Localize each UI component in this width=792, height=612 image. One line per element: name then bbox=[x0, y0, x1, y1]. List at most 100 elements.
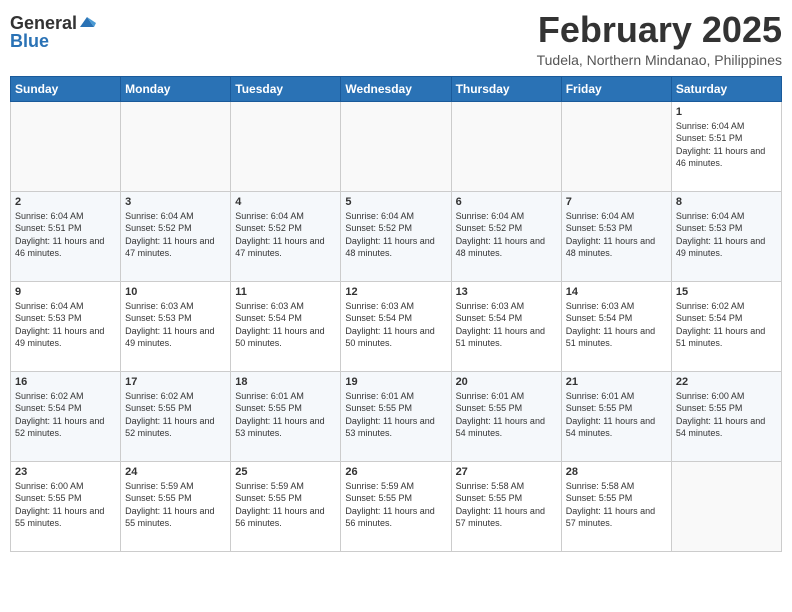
day-number: 20 bbox=[456, 376, 557, 388]
day-number: 21 bbox=[566, 376, 667, 388]
calendar-week-row: 2 Sunrise: 6:04 AM Sunset: 5:51 PM Daylig… bbox=[11, 191, 782, 281]
calendar-day-cell: 3Sunrise: 6:04 AM Sunset: 5:52 PM Daylig… bbox=[121, 191, 231, 281]
day-number: 18 bbox=[235, 376, 336, 388]
page-header: General Blue February 2025 Tudela, North… bbox=[10, 10, 782, 68]
calendar-day-cell: 21 Sunrise: 6:01 AM Sunset: 5:55 PM Dayli… bbox=[561, 371, 671, 461]
calendar-day-cell: 1Sunrise: 6:04 AM Sunset: 5:51 PM Daylig… bbox=[671, 101, 781, 191]
weekday-header-monday: Monday bbox=[121, 76, 231, 101]
day-number: 19 bbox=[345, 376, 446, 388]
calendar-day-cell bbox=[341, 101, 451, 191]
day-number: 28 bbox=[566, 466, 667, 478]
day-info: Sunrise: 6:00 AM Sunset: 5:55 PM Dayligh… bbox=[676, 390, 777, 440]
calendar-day-cell: 4 Sunrise: 6:04 AM Sunset: 5:52 PM Daylig… bbox=[231, 191, 341, 281]
day-number: 25 bbox=[235, 466, 336, 478]
weekday-header-row: SundayMondayTuesdayWednesdayThursdayFrid… bbox=[11, 76, 782, 101]
day-number: 7 bbox=[566, 196, 667, 208]
day-info: Sunrise: 6:04 AM Sunset: 5:51 PM Dayligh… bbox=[15, 210, 116, 260]
weekday-header-tuesday: Tuesday bbox=[231, 76, 341, 101]
calendar-week-row: 1Sunrise: 6:04 AM Sunset: 5:51 PM Daylig… bbox=[11, 101, 782, 191]
day-info: Sunrise: 5:58 AM Sunset: 5:55 PM Dayligh… bbox=[566, 480, 667, 530]
title-block: February 2025 Tudela, Northern Mindanao,… bbox=[537, 10, 782, 68]
logo: General Blue bbox=[10, 10, 96, 50]
calendar-day-cell: 15 Sunrise: 6:02 AM Sunset: 5:54 PM Dayli… bbox=[671, 281, 781, 371]
day-number: 4 bbox=[235, 196, 336, 208]
day-number: 27 bbox=[456, 466, 557, 478]
calendar-day-cell bbox=[561, 101, 671, 191]
day-number: 15 bbox=[676, 286, 777, 298]
day-number: 24 bbox=[125, 466, 226, 478]
calendar-day-cell: 27 Sunrise: 5:58 AM Sunset: 5:55 PM Dayli… bbox=[451, 461, 561, 551]
calendar-day-cell bbox=[451, 101, 561, 191]
calendar-day-cell: 22 Sunrise: 6:00 AM Sunset: 5:55 PM Dayli… bbox=[671, 371, 781, 461]
calendar-day-cell: 19Sunrise: 6:01 AM Sunset: 5:55 PM Dayli… bbox=[341, 371, 451, 461]
month-year-title: February 2025 bbox=[537, 10, 782, 50]
calendar-day-cell: 9Sunrise: 6:04 AM Sunset: 5:53 PM Daylig… bbox=[11, 281, 121, 371]
day-info: Sunrise: 6:02 AM Sunset: 5:54 PM Dayligh… bbox=[15, 390, 116, 440]
location-subtitle: Tudela, Northern Mindanao, Philippines bbox=[537, 52, 782, 68]
day-info: Sunrise: 6:04 AM Sunset: 5:52 PM Dayligh… bbox=[125, 210, 226, 260]
calendar-day-cell: 2 Sunrise: 6:04 AM Sunset: 5:51 PM Daylig… bbox=[11, 191, 121, 281]
day-number: 10 bbox=[125, 286, 226, 298]
day-number: 12 bbox=[345, 286, 446, 298]
weekday-header-sunday: Sunday bbox=[11, 76, 121, 101]
day-info: Sunrise: 6:01 AM Sunset: 5:55 PM Dayligh… bbox=[566, 390, 667, 440]
weekday-header-wednesday: Wednesday bbox=[341, 76, 451, 101]
day-info: Sunrise: 6:03 AM Sunset: 5:54 PM Dayligh… bbox=[345, 300, 446, 350]
calendar-day-cell: 28 Sunrise: 5:58 AM Sunset: 5:55 PM Dayli… bbox=[561, 461, 671, 551]
day-info: Sunrise: 6:04 AM Sunset: 5:52 PM Dayligh… bbox=[456, 210, 557, 260]
calendar-day-cell: 13Sunrise: 6:03 AM Sunset: 5:54 PM Dayli… bbox=[451, 281, 561, 371]
calendar-day-cell bbox=[671, 461, 781, 551]
logo-general-text: General bbox=[10, 14, 77, 32]
calendar-day-cell: 16 Sunrise: 6:02 AM Sunset: 5:54 PM Dayli… bbox=[11, 371, 121, 461]
day-info: Sunrise: 6:02 AM Sunset: 5:55 PM Dayligh… bbox=[125, 390, 226, 440]
day-number: 16 bbox=[15, 376, 116, 388]
day-info: Sunrise: 5:59 AM Sunset: 5:55 PM Dayligh… bbox=[125, 480, 226, 530]
calendar-day-cell: 24 Sunrise: 5:59 AM Sunset: 5:55 PM Dayli… bbox=[121, 461, 231, 551]
day-number: 14 bbox=[566, 286, 667, 298]
day-info: Sunrise: 6:02 AM Sunset: 5:54 PM Dayligh… bbox=[676, 300, 777, 350]
day-number: 11 bbox=[235, 286, 336, 298]
weekday-header-saturday: Saturday bbox=[671, 76, 781, 101]
calendar-day-cell bbox=[121, 101, 231, 191]
calendar-day-cell: 7Sunrise: 6:04 AM Sunset: 5:53 PM Daylig… bbox=[561, 191, 671, 281]
calendar-week-row: 16 Sunrise: 6:02 AM Sunset: 5:54 PM Dayli… bbox=[11, 371, 782, 461]
day-number: 5 bbox=[345, 196, 446, 208]
day-info: Sunrise: 5:59 AM Sunset: 5:55 PM Dayligh… bbox=[345, 480, 446, 530]
day-number: 22 bbox=[676, 376, 777, 388]
calendar-day-cell: 5 Sunrise: 6:04 AM Sunset: 5:52 PM Daylig… bbox=[341, 191, 451, 281]
calendar-day-cell bbox=[231, 101, 341, 191]
calendar-day-cell: 25 Sunrise: 5:59 AM Sunset: 5:55 PM Dayli… bbox=[231, 461, 341, 551]
calendar-day-cell: 8Sunrise: 6:04 AM Sunset: 5:53 PM Daylig… bbox=[671, 191, 781, 281]
day-info: Sunrise: 6:04 AM Sunset: 5:53 PM Dayligh… bbox=[15, 300, 116, 350]
calendar-day-cell: 11 Sunrise: 6:03 AM Sunset: 5:54 PM Dayli… bbox=[231, 281, 341, 371]
day-info: Sunrise: 6:04 AM Sunset: 5:51 PM Dayligh… bbox=[676, 120, 777, 170]
calendar-day-cell: 6Sunrise: 6:04 AM Sunset: 5:52 PM Daylig… bbox=[451, 191, 561, 281]
calendar-day-cell: 18 Sunrise: 6:01 AM Sunset: 5:55 PM Dayli… bbox=[231, 371, 341, 461]
calendar-day-cell: 14 Sunrise: 6:03 AM Sunset: 5:54 PM Dayli… bbox=[561, 281, 671, 371]
day-info: Sunrise: 6:04 AM Sunset: 5:52 PM Dayligh… bbox=[345, 210, 446, 260]
day-info: Sunrise: 6:04 AM Sunset: 5:52 PM Dayligh… bbox=[235, 210, 336, 260]
day-info: Sunrise: 6:00 AM Sunset: 5:55 PM Dayligh… bbox=[15, 480, 116, 530]
logo-icon bbox=[78, 13, 96, 31]
day-info: Sunrise: 6:01 AM Sunset: 5:55 PM Dayligh… bbox=[456, 390, 557, 440]
day-number: 8 bbox=[676, 196, 777, 208]
day-info: Sunrise: 6:01 AM Sunset: 5:55 PM Dayligh… bbox=[235, 390, 336, 440]
calendar-week-row: 9Sunrise: 6:04 AM Sunset: 5:53 PM Daylig… bbox=[11, 281, 782, 371]
calendar-day-cell bbox=[11, 101, 121, 191]
calendar-day-cell: 23 Sunrise: 6:00 AM Sunset: 5:55 PM Dayli… bbox=[11, 461, 121, 551]
day-info: Sunrise: 6:03 AM Sunset: 5:54 PM Dayligh… bbox=[235, 300, 336, 350]
calendar-day-cell: 17 Sunrise: 6:02 AM Sunset: 5:55 PM Dayli… bbox=[121, 371, 231, 461]
calendar-table: SundayMondayTuesdayWednesdayThursdayFrid… bbox=[10, 76, 782, 552]
day-info: Sunrise: 5:58 AM Sunset: 5:55 PM Dayligh… bbox=[456, 480, 557, 530]
calendar-day-cell: 12 Sunrise: 6:03 AM Sunset: 5:54 PM Dayli… bbox=[341, 281, 451, 371]
day-number: 2 bbox=[15, 196, 116, 208]
calendar-day-cell: 26Sunrise: 5:59 AM Sunset: 5:55 PM Dayli… bbox=[341, 461, 451, 551]
day-number: 23 bbox=[15, 466, 116, 478]
calendar-day-cell: 20 Sunrise: 6:01 AM Sunset: 5:55 PM Dayli… bbox=[451, 371, 561, 461]
day-info: Sunrise: 6:03 AM Sunset: 5:53 PM Dayligh… bbox=[125, 300, 226, 350]
day-number: 17 bbox=[125, 376, 226, 388]
day-info: Sunrise: 5:59 AM Sunset: 5:55 PM Dayligh… bbox=[235, 480, 336, 530]
calendar-day-cell: 10 Sunrise: 6:03 AM Sunset: 5:53 PM Dayli… bbox=[121, 281, 231, 371]
day-info: Sunrise: 6:03 AM Sunset: 5:54 PM Dayligh… bbox=[566, 300, 667, 350]
day-number: 13 bbox=[456, 286, 557, 298]
